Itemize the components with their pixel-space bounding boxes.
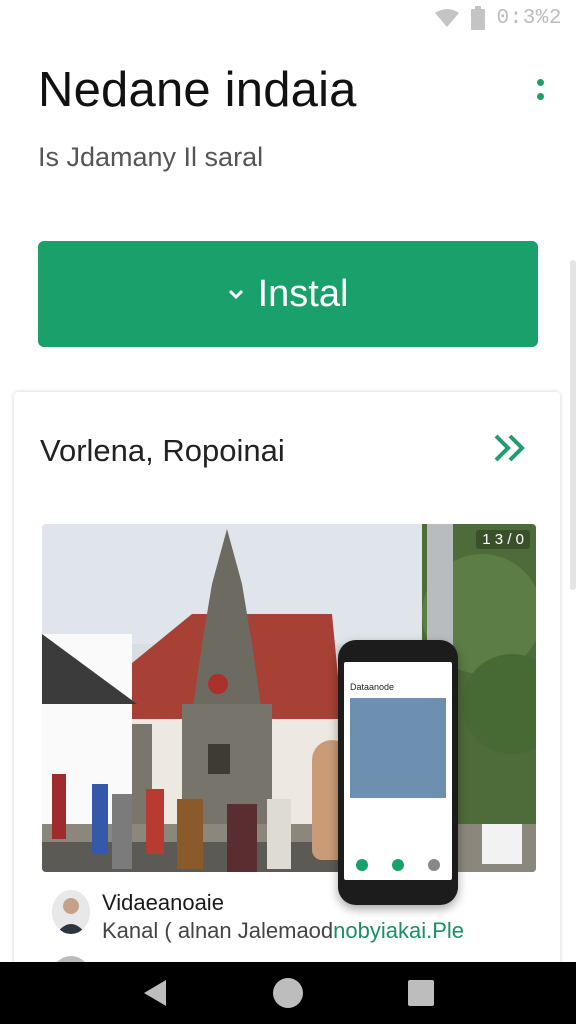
phone-mockup: Dataanode [338,640,458,905]
wifi-icon [435,9,460,27]
avatar [52,890,90,934]
reviewer-name: Vidaeanoaie [102,890,224,915]
app-subtitle: Is Jdamany Il saral [38,142,264,172]
status-clock: 0:3%2 [496,6,562,30]
status-icons: 0:3%2 [434,6,562,30]
menu-dot [536,92,544,100]
phone-nav-icon [392,859,404,871]
phone-nav-icon [356,859,368,871]
review-item[interactable]: Vidaeanoaie Kanal ( alnan Jalemaodnobyia… [52,888,522,948]
phone-screen: Dataanode [344,662,452,880]
scrollbar[interactable] [570,260,576,590]
temple-photo [42,524,536,872]
phone-nav-icon [428,859,440,871]
status-bar: 0:3%2 [0,0,576,36]
install-label: Instal [257,272,349,315]
double-chevron-icon[interactable] [492,430,532,466]
app-title: Nedane indaia [38,63,357,117]
navigation-bar [0,962,576,1024]
battery-icon [471,6,486,30]
screenshot-media[interactable]: 1 3 / 0 [42,524,536,872]
chevron-down-icon [228,289,243,300]
section-title: Vorlena, Ropoinai [40,433,285,468]
phone-screen-title: Dataanode [350,682,395,692]
menu-dot [536,78,544,86]
review-text-link[interactable]: nobyiakai.Ple [333,918,464,943]
recents-icon[interactable] [407,980,434,1006]
phone-screen-image [350,698,446,798]
more-vert-icon[interactable] [528,72,552,106]
review-text: Kanal ( alnan Jalemaodnobyiakai.Ple [102,918,464,944]
review-text-main: Kanal ( alnan Jalemaod [102,918,334,943]
app-header: Nedane indaia Is Jdamany Il saral [38,62,552,192]
media-counter: 1 3 / 0 [476,530,530,549]
phone-screen-nav [344,856,452,874]
home-icon[interactable] [272,978,303,1008]
back-icon[interactable] [142,978,168,1008]
install-button[interactable]: Instal [38,241,538,347]
